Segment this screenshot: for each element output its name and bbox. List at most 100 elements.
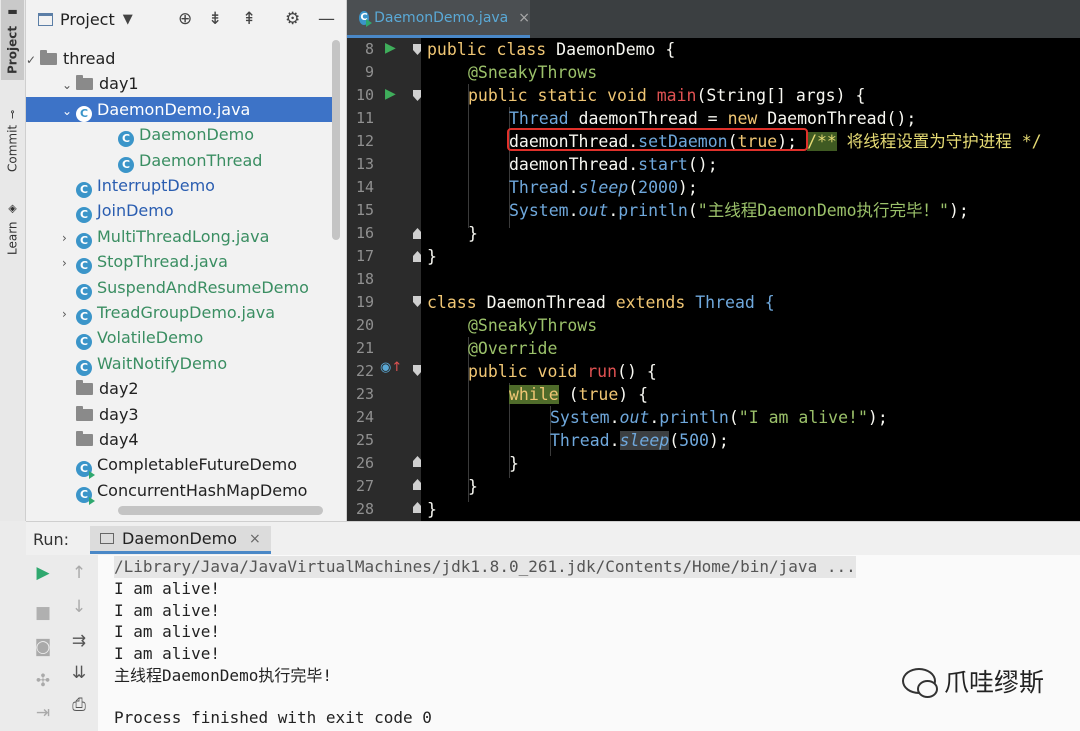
- code-line-17: }: [427, 247, 437, 266]
- console-line: I am alive!: [114, 622, 220, 641]
- wrap-icon[interactable]: ⇉: [69, 631, 89, 651]
- collapse-icon[interactable]: ⇞: [242, 9, 256, 29]
- gear-icon[interactable]: ⚙: [285, 9, 300, 29]
- tree-item[interactable]: day4: [26, 427, 336, 452]
- java-class-icon: C: [76, 309, 92, 325]
- tree-item[interactable]: › C MultiThreadLong.java: [26, 224, 336, 249]
- chevron-down-icon[interactable]: ✓: [26, 48, 40, 73]
- tree-item[interactable]: C DaemonDemo: [26, 122, 336, 148]
- console-line: I am alive!: [114, 601, 220, 620]
- project-folder-icon: ▬: [6, 6, 19, 20]
- tab-commit[interactable]: Commit ⊸: [1, 102, 24, 180]
- horizontal-scrollbar[interactable]: [118, 506, 323, 515]
- run-icon[interactable]: ▶: [385, 86, 396, 102]
- folder-icon: [40, 50, 57, 65]
- tree-item[interactable]: ⌄ C DaemonDemo.java: [26, 96, 336, 124]
- vertical-scrollbar[interactable]: [332, 40, 340, 240]
- tree-item-label: day3: [99, 404, 139, 424]
- console-icon: [100, 533, 114, 544]
- code-line-25: Thread.sleep(500);: [550, 431, 729, 450]
- close-icon[interactable]: ×: [518, 10, 530, 26]
- project-title[interactable]: Project: [60, 10, 115, 29]
- chevron-right-icon[interactable]: ›: [62, 302, 76, 327]
- tree-item-label: SuspendAndResumeDemo: [97, 277, 309, 297]
- run-toolbar: ▶ ■ ◙ ✣ ⇥ ↑ ↓ ⇉ ⇊ ⎙: [26, 555, 98, 731]
- tree-item[interactable]: day2: [26, 376, 336, 401]
- tree-item[interactable]: C CompletableFutureDemo: [26, 452, 336, 480]
- folder-icon: [76, 75, 93, 91]
- line-number: 23: [355, 385, 374, 403]
- java-class-icon: C: [76, 105, 92, 122]
- up-icon[interactable]: ↑: [69, 563, 89, 583]
- rerun-icon[interactable]: ▶: [33, 563, 53, 583]
- tree-item[interactable]: C SuspendAndResumeDemo: [26, 275, 336, 300]
- tree-item-label: ConcurrentHashMapDemo: [97, 480, 308, 500]
- pin-icon[interactable]: ✣: [33, 671, 53, 691]
- minimize-icon[interactable]: —: [318, 9, 335, 29]
- tree-item-label: thread: [63, 49, 116, 68]
- line-number: 25: [355, 431, 374, 449]
- run-tab-daemondemo[interactable]: DaemonDemo ×: [90, 526, 271, 554]
- tree-item-label: day2: [99, 379, 139, 399]
- chevron-right-icon[interactable]: ›: [62, 226, 76, 251]
- code-line-28: }: [427, 500, 437, 519]
- tree-item[interactable]: C InterruptDemo: [26, 173, 336, 198]
- crosshair-icon[interactable]: ⊕: [178, 9, 192, 29]
- tree-item-label: VolatileDemo: [97, 328, 204, 348]
- tree-item[interactable]: › C StopThread.java: [26, 249, 336, 276]
- tree-item[interactable]: ✓ thread: [26, 46, 336, 71]
- camera-icon[interactable]: ◙: [33, 637, 53, 657]
- code-line-8: public class DaemonDemo {: [427, 40, 676, 59]
- line-number: 17: [355, 247, 374, 265]
- tree-item[interactable]: C WaitNotifyDemo: [26, 351, 336, 376]
- tree-item[interactable]: day3: [26, 402, 336, 427]
- tab-commit-label: Commit: [5, 125, 20, 173]
- learn-icon: ◈: [6, 202, 19, 216]
- tree-item-label: JoinDemo: [97, 201, 174, 221]
- tab-daemondemo-java[interactable]: C DaemonDemo.java ×: [347, 0, 530, 38]
- stop-icon[interactable]: ■: [33, 603, 53, 623]
- run-tab-label: DaemonDemo: [122, 529, 238, 548]
- down-icon[interactable]: ↓: [69, 597, 89, 617]
- close-icon[interactable]: ×: [249, 531, 261, 547]
- print-icon[interactable]: ⎙: [69, 695, 89, 715]
- console-output[interactable]: /Library/Java/JavaVirtualMachines/jdk1.8…: [98, 555, 1080, 731]
- expand-icon[interactable]: ⇟: [208, 9, 222, 29]
- java-class-icon: C: [76, 283, 92, 300]
- exit-icon[interactable]: ⇥: [33, 703, 53, 723]
- chevron-down-icon[interactable]: ⌄: [62, 73, 76, 98]
- code-line-26: }: [509, 454, 519, 473]
- line-number: 21: [355, 339, 374, 357]
- line-number: 18: [355, 270, 374, 288]
- tree-item-label: InterruptDemo: [97, 176, 215, 195]
- scroll-end-icon[interactable]: ⇊: [69, 663, 89, 683]
- run-panel-header: Run: DaemonDemo ×: [26, 521, 1080, 556]
- java-class-icon: C: [359, 10, 373, 27]
- editor-tab-bar: C DaemonDemo.java ×: [347, 0, 1080, 38]
- chevron-right-icon[interactable]: ›: [62, 251, 76, 276]
- run-icon[interactable]: ▶: [385, 40, 396, 56]
- chevron-down-icon[interactable]: ⌄: [62, 99, 76, 124]
- console-line: /Library/Java/JavaVirtualMachines/jdk1.8…: [114, 556, 856, 578]
- tree-item[interactable]: › C TreadGroupDemo.java: [26, 300, 336, 325]
- tree-item[interactable]: ⌄ day1: [26, 71, 336, 96]
- watermark-text: 爪哇缪斯: [943, 668, 1044, 697]
- tree-item-label: StopThread.java: [97, 252, 228, 272]
- code-line-13: daemonThread.start();: [509, 155, 718, 174]
- code-line-14: Thread.sleep(2000);: [509, 178, 698, 197]
- tree-item-label: DaemonDemo: [139, 125, 255, 145]
- java-class-icon: C: [76, 232, 92, 249]
- line-number: 11: [355, 109, 374, 127]
- code-editor[interactable]: public class DaemonDemo { @SneakyThrows …: [421, 38, 1080, 521]
- tab-learn[interactable]: Learn ◈: [1, 196, 24, 262]
- tree-item[interactable]: C ConcurrentHashMapDemo: [26, 478, 336, 505]
- chevron-down-icon[interactable]: ▼: [123, 12, 133, 27]
- code-line-21: @Override: [468, 339, 558, 358]
- tab-project-label: Project: [5, 25, 20, 74]
- tab-project[interactable]: Project ▬: [1, 0, 24, 80]
- tree-item[interactable]: C JoinDemo: [26, 198, 336, 224]
- tree-item[interactable]: C DaemonThread: [26, 148, 336, 173]
- override-icon[interactable]: ◉↑: [380, 360, 402, 375]
- tree-item-label: day1: [99, 74, 139, 94]
- tree-item[interactable]: C VolatileDemo: [26, 325, 336, 351]
